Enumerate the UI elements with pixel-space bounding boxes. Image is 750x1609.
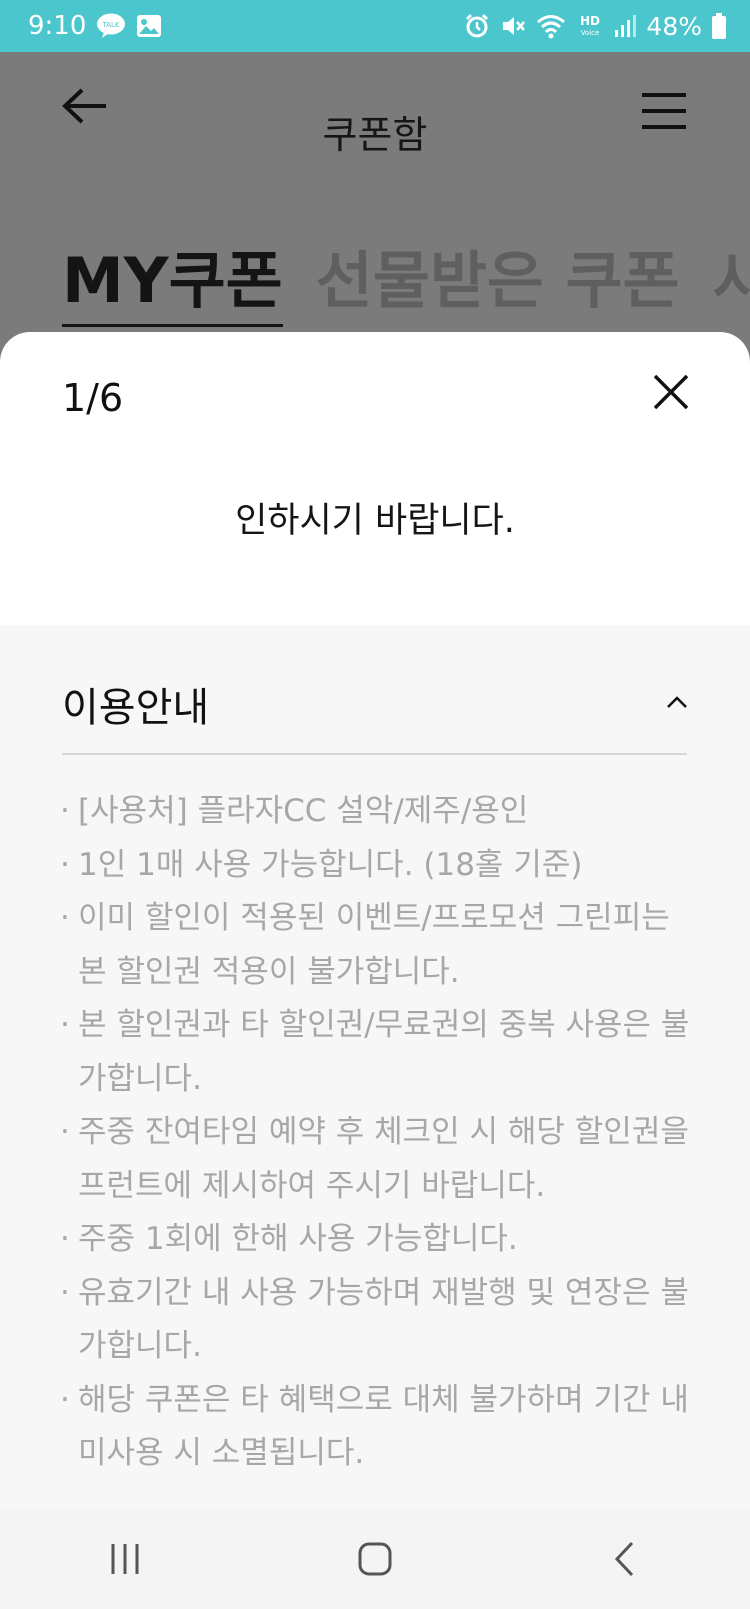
usage-note: 이미 할인이 적용된 이벤트/프로모션 그린피는 본 할인권 적용이 불가합니다… [60,892,702,999]
coupon-counter: 1/6 [62,376,124,420]
usage-note: 해당 쿠폰은 타 혜택으로 대체 불가하며 기간 내 미사용 시 소멸됩니다. [60,1374,702,1481]
app-header: 쿠폰함 [0,52,750,182]
hd-voice-icon: HD Voice [576,13,604,39]
recent-apps-button[interactable] [95,1529,155,1589]
gallery-icon [136,14,162,38]
usage-note: 주중 잔여타임 예약 후 체크인 시 해당 할인권을 프런트에 제시하여 주시기… [60,1106,702,1213]
status-bar-right: HD Voice 48% [464,12,726,41]
tab-more[interactable]: 사 [713,230,750,320]
system-nav-bar [0,1509,750,1609]
usage-info-title: 이용안내 [62,685,210,731]
coupon-message: 인하시기 바랍니다. [235,501,515,541]
usage-note: 주중 1회에 한해 사용 가능합니다. [60,1213,702,1267]
usage-note: 1인 1매 사용 가능합니다. (18홀 기준) [60,839,702,893]
close-icon [653,374,689,410]
svg-text:TALK: TALK [102,21,120,29]
chevron-up-icon [667,696,687,708]
background-page: 쿠폰함 MY쿠폰 선물받은 쿠폰 사 [0,52,750,352]
back-nav-button[interactable] [595,1529,655,1589]
svg-text:Voice: Voice [581,29,600,37]
signal-icon [614,14,637,38]
wifi-icon [536,13,566,39]
home-icon [358,1542,392,1576]
status-bar: 9:10 TALK HD Voice 48% [0,0,750,52]
status-bar-left: 9:10 TALK [28,11,162,41]
divider [62,753,687,755]
tab-my-coupon[interactable]: MY쿠폰 [62,230,283,327]
coupon-detail-sheet: 1/6 인하시기 바랍니다. 이용안내 [사용처] 플라자CC 설악/제주/용인… [0,332,750,1509]
usage-note: 본 할인권과 타 할인권/무료권의 중복 사용은 불가합니다. [60,999,702,1106]
home-button[interactable] [345,1529,405,1589]
mute-icon [500,13,526,39]
close-button[interactable] [651,372,691,412]
page-title: 쿠폰함 [322,113,428,157]
kakaotalk-icon: TALK [96,13,126,39]
hamburger-icon [642,93,686,129]
usage-info-section: 이용안내 [사용처] 플라자CC 설악/제주/용인 1인 1매 사용 가능합니다… [0,625,750,1509]
usage-note: 유효기간 내 사용 가능하며 재발행 및 연장은 불가합니다. [60,1267,702,1374]
alarm-icon [464,13,490,39]
recent-apps-icon [111,1544,139,1574]
tab-gift-coupon[interactable]: 선물받은 쿠폰 [316,230,680,320]
status-time: 9:10 [28,11,87,41]
menu-button[interactable] [640,92,688,130]
usage-note: [사용처] 플라자CC 설악/제주/용인 [60,785,702,839]
battery-icon [712,13,726,39]
battery-percent: 48% [646,11,702,41]
collapse-button[interactable] [664,693,690,711]
svg-text:HD: HD [580,14,600,28]
chevron-left-icon [614,1541,634,1577]
usage-notes-list: [사용처] 플라자CC 설악/제주/용인 1인 1매 사용 가능합니다. (18… [60,785,702,1481]
coupon-tabs: MY쿠폰 선물받은 쿠폰 사 [62,230,750,327]
